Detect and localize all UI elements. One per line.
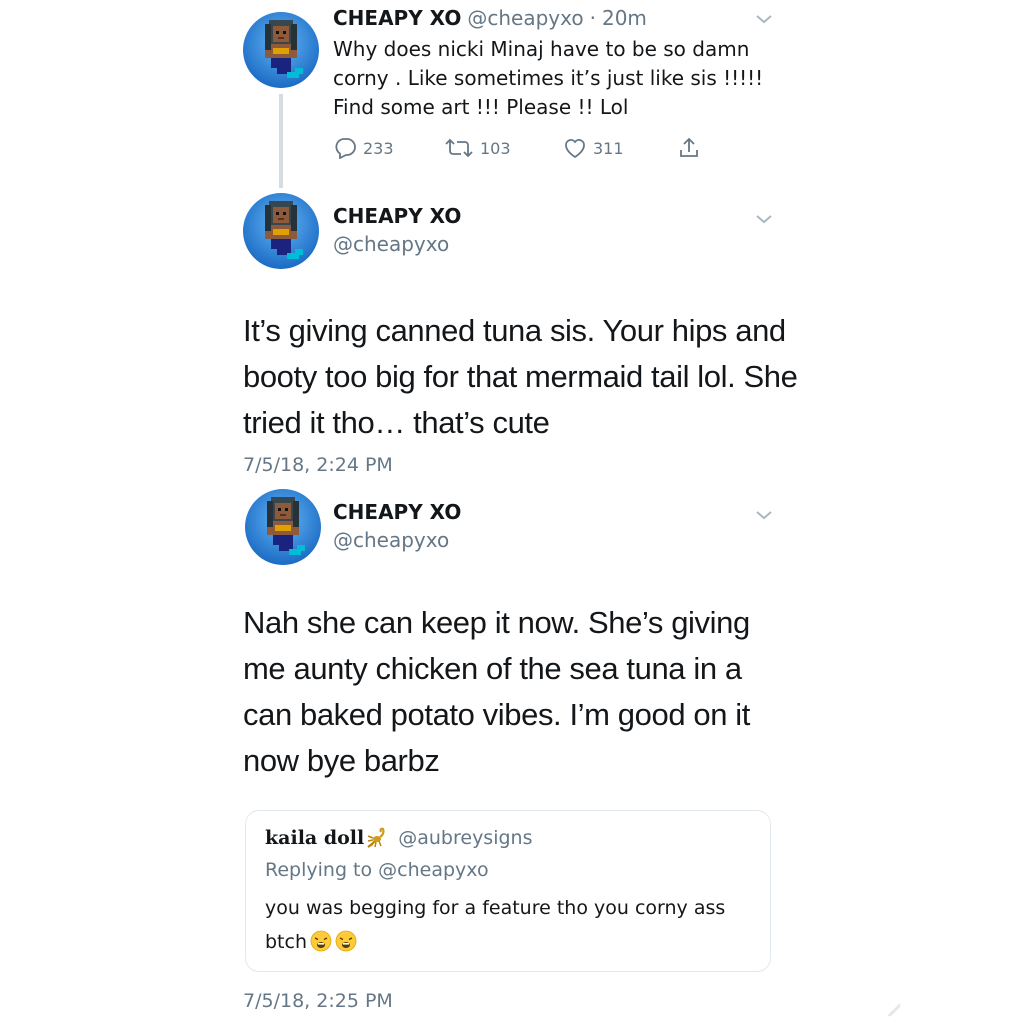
avatar[interactable]	[245, 489, 321, 565]
tweet-text: It’s giving canned tuna sis. Your hips a…	[243, 313, 798, 440]
like-count: 311	[593, 138, 624, 158]
username[interactable]: @cheapyxo	[333, 528, 449, 552]
retweet-count: 103	[480, 138, 511, 158]
display-name[interactable]: CHEAPY XO	[333, 204, 461, 228]
avatar[interactable]	[243, 193, 319, 269]
reply-icon	[335, 138, 356, 159]
chevron-down-icon[interactable]	[754, 508, 774, 522]
heart-icon	[565, 139, 585, 159]
tweet1-header: CHEAPY XO @cheapyxo · 20m	[333, 6, 647, 30]
retweet-button[interactable]: 103	[444, 137, 511, 159]
display-name[interactable]: CHEAPY XO	[333, 6, 461, 30]
quoted-tweet-text: you was begging for a feature tho you co…	[265, 891, 745, 959]
tweet-timestamp[interactable]: 7/5/18, 2:25 PM	[243, 990, 393, 1012]
quoted-tweet-header: kaila doll @aubreysigns	[265, 825, 533, 851]
dot-separator: ·	[589, 6, 596, 30]
username[interactable]: @cheapyxo	[333, 232, 449, 256]
display-name[interactable]: CHEAPY XO	[333, 500, 461, 524]
thread-connector-line	[279, 94, 283, 188]
tweet-age[interactable]: 20m	[602, 6, 647, 30]
avatar-image	[243, 193, 319, 269]
pen-watermark-icon	[887, 1003, 901, 1017]
reply-count: 233	[363, 138, 394, 158]
weary-face-emoji-icon	[310, 930, 332, 952]
reply-button[interactable]: 233	[333, 137, 394, 159]
chevron-down-icon[interactable]	[754, 12, 774, 26]
share-icon[interactable]	[677, 136, 701, 160]
retweet-icon	[445, 138, 473, 158]
replying-to[interactable]: Replying to @cheapyxo	[265, 859, 489, 881]
weary-face-emoji-icon	[335, 930, 357, 952]
tweet-text: Nah she can keep it now. She’s giving me…	[243, 605, 750, 778]
quoted-tweet-card[interactable]: kaila doll @aubreysigns Replying to @che…	[245, 810, 771, 972]
chevron-down-icon[interactable]	[754, 212, 774, 226]
tweet-text: Why does nicki Minaj have to be so damn …	[333, 37, 764, 119]
username[interactable]: @cheapyxo	[467, 6, 583, 30]
avatar-image	[243, 12, 319, 88]
avatar-image	[245, 489, 321, 565]
like-button[interactable]: 311	[563, 137, 624, 159]
tweet-timestamp[interactable]: 7/5/18, 2:24 PM	[243, 454, 393, 476]
scorpion-emoji-icon	[367, 827, 385, 848]
quoted-display-name: kaila doll	[265, 827, 365, 849]
avatar[interactable]	[243, 12, 319, 88]
quoted-username: @aubreysigns	[398, 827, 533, 849]
